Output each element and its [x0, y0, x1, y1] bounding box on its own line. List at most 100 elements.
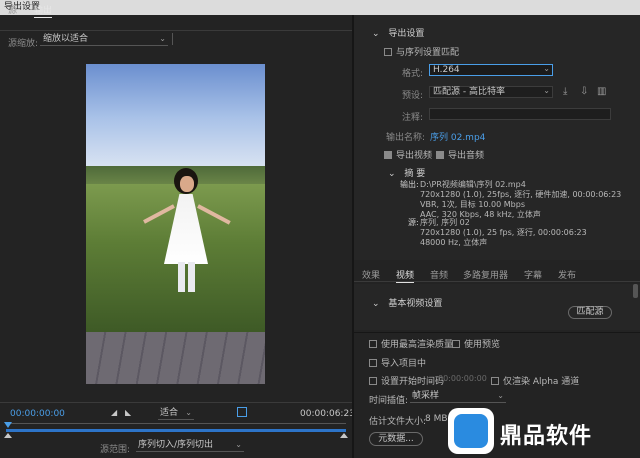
summary-output-line: VBR, 1次, 目标 10.00 Mbps	[420, 200, 525, 209]
chevron-down-icon: ⌄	[388, 169, 396, 179]
tab-captions[interactable]: 字幕	[524, 268, 542, 281]
mark-in-icon[interactable]: ◢	[111, 408, 117, 417]
comment-input[interactable]	[429, 108, 611, 120]
summary-source-line: 序列, 序列 02	[420, 218, 470, 227]
max-render-quality-checkbox[interactable]: 使用最高渲染质量	[369, 337, 453, 350]
summary-output-details: D:\PR视频编辑\序列 02.mp4 720x1280 (1.0), 25fp…	[420, 180, 621, 220]
tab-audio[interactable]: 音频	[430, 268, 448, 281]
mark-out-icon[interactable]: ◣	[125, 408, 131, 417]
window-title: 导出设置	[0, 0, 640, 15]
watermark-logo-mark-icon	[454, 414, 488, 448]
tab-effects[interactable]: 效果	[362, 268, 380, 281]
save-preset-icon[interactable]: ⤓	[563, 86, 567, 97]
divider	[172, 33, 173, 45]
chevron-down-icon: ⌄	[543, 86, 550, 95]
import-into-project-label: 导入项目中	[381, 359, 427, 369]
tab-multiplexer[interactable]: 多路复用器	[463, 268, 508, 281]
in-point-handle[interactable]	[4, 433, 12, 438]
source-scale-label: 源缩放:	[8, 39, 39, 49]
preset-label: 预设:	[402, 91, 424, 101]
export-settings-header[interactable]: ⌄ 导出设置	[372, 26, 424, 39]
metadata-button[interactable]: 元数据...	[369, 432, 423, 446]
chevron-down-icon: ⌄	[497, 391, 504, 400]
import-preset-icon[interactable]: ⇩	[580, 86, 588, 97]
source-range-value: 序列切入/序列切出	[138, 440, 214, 450]
export-audio-checkbox[interactable]: 导出音频	[436, 148, 484, 161]
summary-title: 摘 要	[404, 169, 426, 179]
timecode-start[interactable]: 00:00:00:00	[10, 409, 65, 419]
checkbox[interactable]	[452, 340, 460, 348]
scrollbar-thumb[interactable]	[633, 284, 638, 298]
crop-icon[interactable]	[237, 407, 247, 417]
export-video-checkbox[interactable]: 导出视频	[384, 148, 432, 161]
render-alpha-only-label: 仅渲染 Alpha 通道	[503, 377, 580, 387]
format-label: 格式:	[402, 69, 424, 79]
time-interpolation-label: 时间插值:	[369, 396, 409, 406]
set-start-timecode-checkbox[interactable]: 设置开始时间码	[369, 374, 444, 387]
chevron-down-icon: ⌄	[185, 408, 192, 417]
delete-preset-icon[interactable]: ▥	[597, 86, 606, 97]
tab-output[interactable]: 输出	[34, 3, 53, 18]
use-previews-label: 使用预览	[464, 340, 501, 350]
export-settings-title: 导出设置	[388, 29, 425, 39]
checkbox[interactable]	[369, 340, 377, 348]
chevron-down-icon: ⌄	[159, 34, 166, 43]
chevron-down-icon: ⌄	[372, 29, 380, 39]
left-tab-bar	[0, 15, 352, 31]
checkbox[interactable]	[369, 377, 377, 385]
summary-source-label: 源:	[408, 218, 419, 227]
checkbox[interactable]	[384, 151, 392, 159]
source-scale-value: 缩放以适合	[43, 34, 89, 44]
comment-label: 注释:	[402, 113, 424, 123]
match-sequence-checkbox[interactable]: 与序列设置匹配	[384, 45, 459, 58]
source-range-label: 源范围:	[100, 445, 131, 455]
export-video-label: 导出视频	[396, 151, 433, 161]
import-into-project-checkbox[interactable]: 导入项目中	[369, 356, 426, 369]
watermark: 鼎品软件	[440, 404, 640, 458]
max-render-quality-label: 使用最高渲染质量	[381, 340, 454, 350]
summary-header[interactable]: ⌄ 摘 要	[388, 166, 425, 179]
summary-source-details: 序列, 序列 02 720x1280 (1.0), 25 fps, 逐行, 00…	[420, 218, 587, 248]
render-alpha-only-checkbox[interactable]: 仅渲染 Alpha 通道	[491, 374, 579, 387]
checkbox[interactable]	[384, 48, 392, 56]
time-interpolation-select[interactable]: 帧采样 ⌄	[410, 391, 506, 403]
summary-output-label: 输出:	[400, 180, 419, 189]
chevron-down-icon: ⌄	[372, 299, 380, 309]
tab-source[interactable]: 源	[8, 3, 17, 16]
checkbox[interactable]	[369, 359, 377, 367]
basic-video-settings-header[interactable]: ⌄ 基本视频设置	[372, 296, 442, 309]
watermark-text: 鼎品软件	[500, 424, 593, 449]
format-value: H.264	[433, 65, 460, 75]
use-previews-checkbox[interactable]: 使用预览	[452, 337, 500, 350]
match-sequence-label: 与序列设置匹配	[396, 48, 460, 58]
fit-value: 适合	[160, 408, 179, 418]
playhead[interactable]	[4, 422, 12, 428]
checkbox[interactable]	[491, 377, 499, 385]
summary-source-line: 720x1280 (1.0), 25 fps, 逐行, 00:00:06:23	[420, 228, 587, 237]
tab-video[interactable]: 视频	[396, 268, 415, 283]
basic-video-settings-title: 基本视频设置	[388, 299, 443, 309]
estimated-size-label: 估计文件大小:	[369, 417, 427, 427]
set-start-timecode-label: 设置开始时间码	[381, 377, 445, 387]
fit-select[interactable]: 适合 ⌄	[158, 408, 194, 420]
output-name-link[interactable]: 序列 02.mp4	[430, 130, 485, 143]
match-source-button[interactable]: 匹配源	[568, 306, 612, 319]
preset-value: 匹配源 - 高比特率	[433, 87, 505, 97]
tab-publish[interactable]: 发布	[558, 268, 576, 281]
preset-select[interactable]: 匹配源 - 高比特率 ⌄	[429, 86, 553, 98]
export-audio-label: 导出音频	[448, 151, 485, 161]
video-preview	[86, 64, 265, 384]
divider	[0, 402, 352, 403]
source-range-select[interactable]: 序列切入/序列切出 ⌄	[136, 440, 244, 452]
source-scale-select[interactable]: 缩放以适合 ⌄	[40, 34, 168, 46]
summary-output-line: D:\PR视频编辑\序列 02.mp4	[420, 180, 526, 189]
timeline-range-bar[interactable]	[6, 429, 346, 432]
format-select[interactable]: H.264 ⌄	[429, 64, 553, 76]
start-timecode-value[interactable]: 00:00:00:00	[438, 374, 487, 383]
timeline-track	[6, 423, 346, 424]
timecode-end: 00:00:06:23	[300, 409, 355, 419]
summary-output-line: 720x1280 (1.0), 25fps, 逐行, 硬件加速, 00:00:0…	[420, 190, 622, 199]
out-point-handle[interactable]	[340, 433, 348, 438]
chevron-down-icon: ⌄	[235, 440, 242, 449]
checkbox[interactable]	[436, 151, 444, 159]
